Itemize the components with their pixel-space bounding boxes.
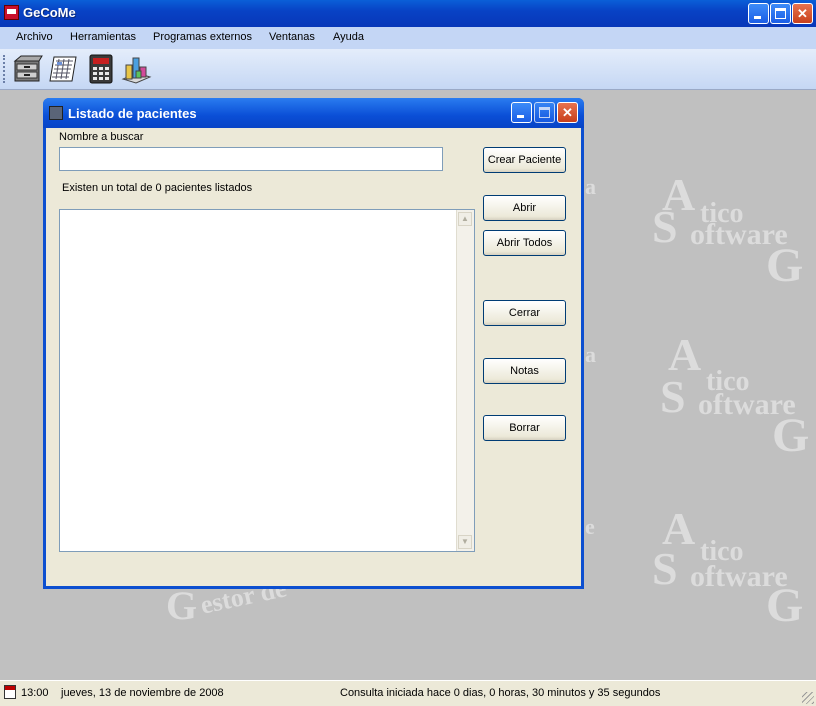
watermark-g: G bbox=[766, 239, 804, 292]
listbox-scrollbar[interactable]: ▲ ▼ bbox=[456, 210, 474, 551]
child-close-button[interactable]: ✕ bbox=[557, 102, 578, 123]
close-icon: ✕ bbox=[562, 105, 573, 120]
open-all-button[interactable]: Abrir Todos bbox=[483, 230, 566, 256]
watermark-s-letter-3: S bbox=[652, 543, 678, 594]
search-label: Nombre a buscar bbox=[59, 131, 144, 143]
create-patient-button[interactable]: Crear Paciente bbox=[483, 147, 566, 173]
patients-window-icon[interactable] bbox=[49, 106, 63, 120]
open-button[interactable]: Abrir bbox=[483, 195, 566, 221]
minimize-icon bbox=[754, 16, 761, 19]
maximize-button[interactable] bbox=[770, 3, 791, 24]
close-patient-button[interactable]: Cerrar bbox=[483, 300, 566, 326]
restore-icon bbox=[775, 8, 786, 19]
status-time: 13:00 bbox=[21, 687, 49, 699]
watermark-s-letter: S bbox=[652, 201, 678, 252]
schedule-sheet-icon[interactable] bbox=[48, 53, 80, 85]
child-minimize-button[interactable] bbox=[511, 102, 532, 123]
status-date: jueves, 13 de noviembre de 2008 bbox=[61, 687, 224, 699]
menu-herramientas[interactable]: Herramientas bbox=[70, 31, 136, 43]
toolbar bbox=[0, 49, 816, 90]
patients-list-window: Listado de pacientes ✕ Nombre a buscar E… bbox=[43, 98, 584, 589]
calculator-icon[interactable] bbox=[85, 53, 117, 85]
scroll-down-icon[interactable]: ▼ bbox=[458, 535, 472, 549]
close-icon: ✕ bbox=[797, 6, 808, 21]
patients-listbox[interactable]: ▲ ▼ bbox=[59, 209, 475, 552]
watermark-g-2: G bbox=[772, 409, 810, 462]
toolbar-grip[interactable] bbox=[3, 55, 8, 83]
watermark-s-letter-2: S bbox=[660, 371, 686, 422]
menu-ayuda[interactable]: Ayuda bbox=[333, 31, 364, 43]
delete-button[interactable]: Borrar bbox=[483, 415, 566, 441]
close-button[interactable]: ✕ bbox=[792, 3, 813, 24]
watermark-frag-e: e bbox=[585, 514, 595, 539]
patients-window-title-bar[interactable]: Listado de pacientes ✕ bbox=[43, 98, 584, 128]
menu-ventanas[interactable]: Ventanas bbox=[269, 31, 315, 43]
status-session: Consulta iniciada hace 0 dias, 0 horas, … bbox=[340, 687, 661, 699]
app-icon[interactable] bbox=[4, 5, 19, 20]
patients-window-title: Listado de pacientes bbox=[68, 106, 197, 121]
status-bar: 13:00 jueves, 13 de noviembre de 2008 Co… bbox=[0, 680, 816, 706]
chart-cubes-icon[interactable] bbox=[120, 53, 152, 85]
menu-bar: Archivo Herramientas Programas externos … bbox=[0, 27, 816, 49]
notes-button[interactable]: Notas bbox=[483, 358, 566, 384]
menu-programas-externos[interactable]: Programas externos bbox=[153, 31, 252, 43]
child-maximize-button[interactable] bbox=[534, 102, 555, 123]
resize-grip[interactable] bbox=[802, 692, 814, 704]
watermark-g-3: G bbox=[766, 579, 804, 632]
menu-archivo[interactable]: Archivo bbox=[16, 31, 53, 43]
minimize-icon bbox=[517, 115, 524, 118]
filing-cabinet-icon[interactable] bbox=[11, 53, 43, 85]
patients-window-client: Nombre a buscar Existen un total de 0 pa… bbox=[46, 128, 581, 586]
app-title: GeCoMe bbox=[23, 5, 76, 20]
watermark-frag-a: a bbox=[585, 174, 596, 199]
app-title-bar[interactable]: GeCoMe ✕ bbox=[0, 0, 816, 27]
watermark-frag-a-2: a bbox=[585, 342, 596, 367]
minimize-button[interactable] bbox=[748, 3, 769, 24]
calendar-icon bbox=[4, 685, 16, 699]
maximize-icon bbox=[539, 107, 550, 118]
scroll-up-icon[interactable]: ▲ bbox=[458, 212, 472, 226]
watermark-gestor-g: G bbox=[166, 583, 198, 628]
patient-count-text: Existen un total de 0 pacientes listados bbox=[62, 182, 253, 194]
search-input[interactable] bbox=[59, 147, 443, 171]
